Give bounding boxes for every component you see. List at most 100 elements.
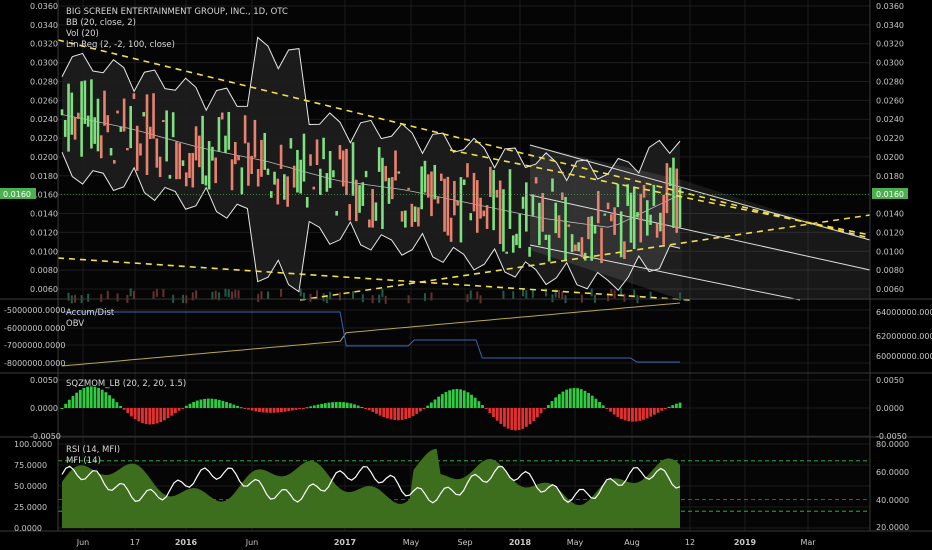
x-tick-label[interactable]: Aug (624, 538, 640, 547)
momentum-bar-pos (108, 395, 111, 408)
candle-up (508, 169, 512, 229)
momentum-bar-neg (258, 408, 261, 412)
momentum-bar-neg (254, 408, 258, 412)
candle-down (449, 217, 453, 242)
volume-bar (551, 294, 554, 303)
candle-down (276, 178, 280, 205)
momentum-bar-pos (232, 404, 236, 408)
candle-up (302, 133, 306, 182)
momentum-bar-pos (353, 404, 356, 408)
candle-up (632, 187, 636, 249)
volume-bar (87, 293, 90, 302)
y-tick-label: 60000000.0000 (876, 352, 932, 361)
x-tick-label[interactable]: May (403, 538, 420, 547)
candle-down (443, 178, 446, 232)
volume-bar (132, 290, 135, 299)
candle-up (60, 109, 64, 116)
momentum-bar-neg (122, 408, 126, 410)
momentum-bar-neg (605, 408, 609, 409)
candle-up (328, 151, 332, 189)
x-tick-label[interactable]: 2019 (734, 538, 757, 547)
candle-down (312, 186, 316, 190)
momentum-bar-pos (60, 408, 64, 409)
y-tick-label: 0.0100 (876, 247, 904, 256)
momentum-bar-pos (104, 392, 108, 408)
candle-down (286, 176, 289, 207)
momentum-bar-neg (386, 408, 389, 419)
candle-up (413, 206, 417, 222)
candle-down (368, 219, 371, 228)
y-tick-label: -8000000.0000 (4, 359, 65, 368)
momentum-bar-neg (276, 408, 280, 413)
momentum-bar-pos (309, 406, 313, 408)
candle-up (672, 157, 675, 228)
candle-up (515, 233, 518, 246)
momentum-bar-pos (192, 401, 196, 408)
chart-svg[interactable]: BIG SCREEN ENTERTAINMENT GROUP, INC., 1D… (0, 0, 932, 550)
y-tick-label: 0.0100 (30, 247, 58, 256)
momentum-bar-pos (481, 405, 484, 408)
x-tick-label[interactable]: 12 (685, 538, 695, 547)
candle-down (489, 166, 492, 198)
volume-bar (381, 289, 384, 298)
candle-down (453, 180, 456, 216)
momentum-bar-neg (144, 408, 148, 425)
candle-down (279, 144, 283, 169)
momentum-bar-pos (327, 402, 331, 408)
candle-down (253, 119, 257, 158)
momentum-bar-pos (312, 405, 316, 408)
candle-up (358, 185, 361, 213)
candle-down (482, 210, 486, 217)
candle-up (165, 110, 168, 162)
momentum-bar-neg (649, 408, 653, 417)
candle-up (420, 166, 423, 210)
momentum-bar-pos (199, 399, 203, 408)
momentum-bar-neg (272, 408, 276, 413)
momentum-bar-pos (477, 401, 481, 408)
candle-down (613, 207, 616, 235)
momentum-bar-neg (287, 408, 291, 412)
candle-down (426, 174, 430, 198)
momentum-bar-neg (514, 408, 517, 431)
candle-up (305, 197, 309, 208)
candle-up (296, 150, 299, 193)
x-tick-label[interactable]: 2018 (509, 538, 532, 547)
momentum-bar-pos (440, 394, 444, 408)
momentum-bar-pos (349, 403, 353, 408)
candle-up (603, 213, 607, 216)
x-tick-label[interactable]: May (567, 538, 584, 547)
candle-up (374, 202, 378, 221)
candle-down (560, 192, 564, 200)
candle-up (547, 234, 551, 262)
y-tick-label: 0.0050 (30, 376, 58, 385)
candle-up (433, 164, 437, 200)
x-tick-label[interactable]: Jun (76, 538, 90, 547)
momentum-bar-pos (342, 402, 345, 408)
momentum-bar-pos (203, 398, 207, 408)
candle-down (113, 160, 116, 164)
time-axis[interactable]: Jun 17 2016 Jun 2017 May Sep 2018 May Aug 12 2019 Ma… (76, 538, 817, 547)
momentum-bar-neg (411, 408, 415, 417)
candle-up (531, 194, 535, 216)
x-tick-label[interactable]: 2017 (334, 538, 356, 547)
momentum-bar-neg (393, 408, 397, 420)
x-tick-label[interactable]: 2016 (175, 538, 198, 547)
candle-up (564, 196, 567, 261)
x-tick-label[interactable]: Mar (800, 538, 816, 547)
candle-down (338, 145, 342, 160)
momentum-bar-neg (634, 408, 638, 422)
candle-up (283, 174, 286, 200)
momentum-bar-pos (594, 398, 598, 408)
x-tick-label[interactable]: Jun (245, 538, 259, 547)
momentum-bar-pos (568, 388, 572, 408)
volume-bar (257, 294, 260, 303)
x-tick-label[interactable]: Sep (457, 538, 472, 547)
x-tick-label[interactable]: 17 (130, 538, 140, 547)
y-tick-label: 0.0120 (876, 228, 904, 237)
accum-pane[interactable] (58, 300, 870, 372)
momentum-bar-neg (422, 408, 426, 409)
momentum-bar-neg (620, 408, 623, 419)
momentum-bar-neg (290, 408, 294, 411)
candle-down (116, 110, 119, 114)
momentum-bar-pos (554, 397, 558, 408)
